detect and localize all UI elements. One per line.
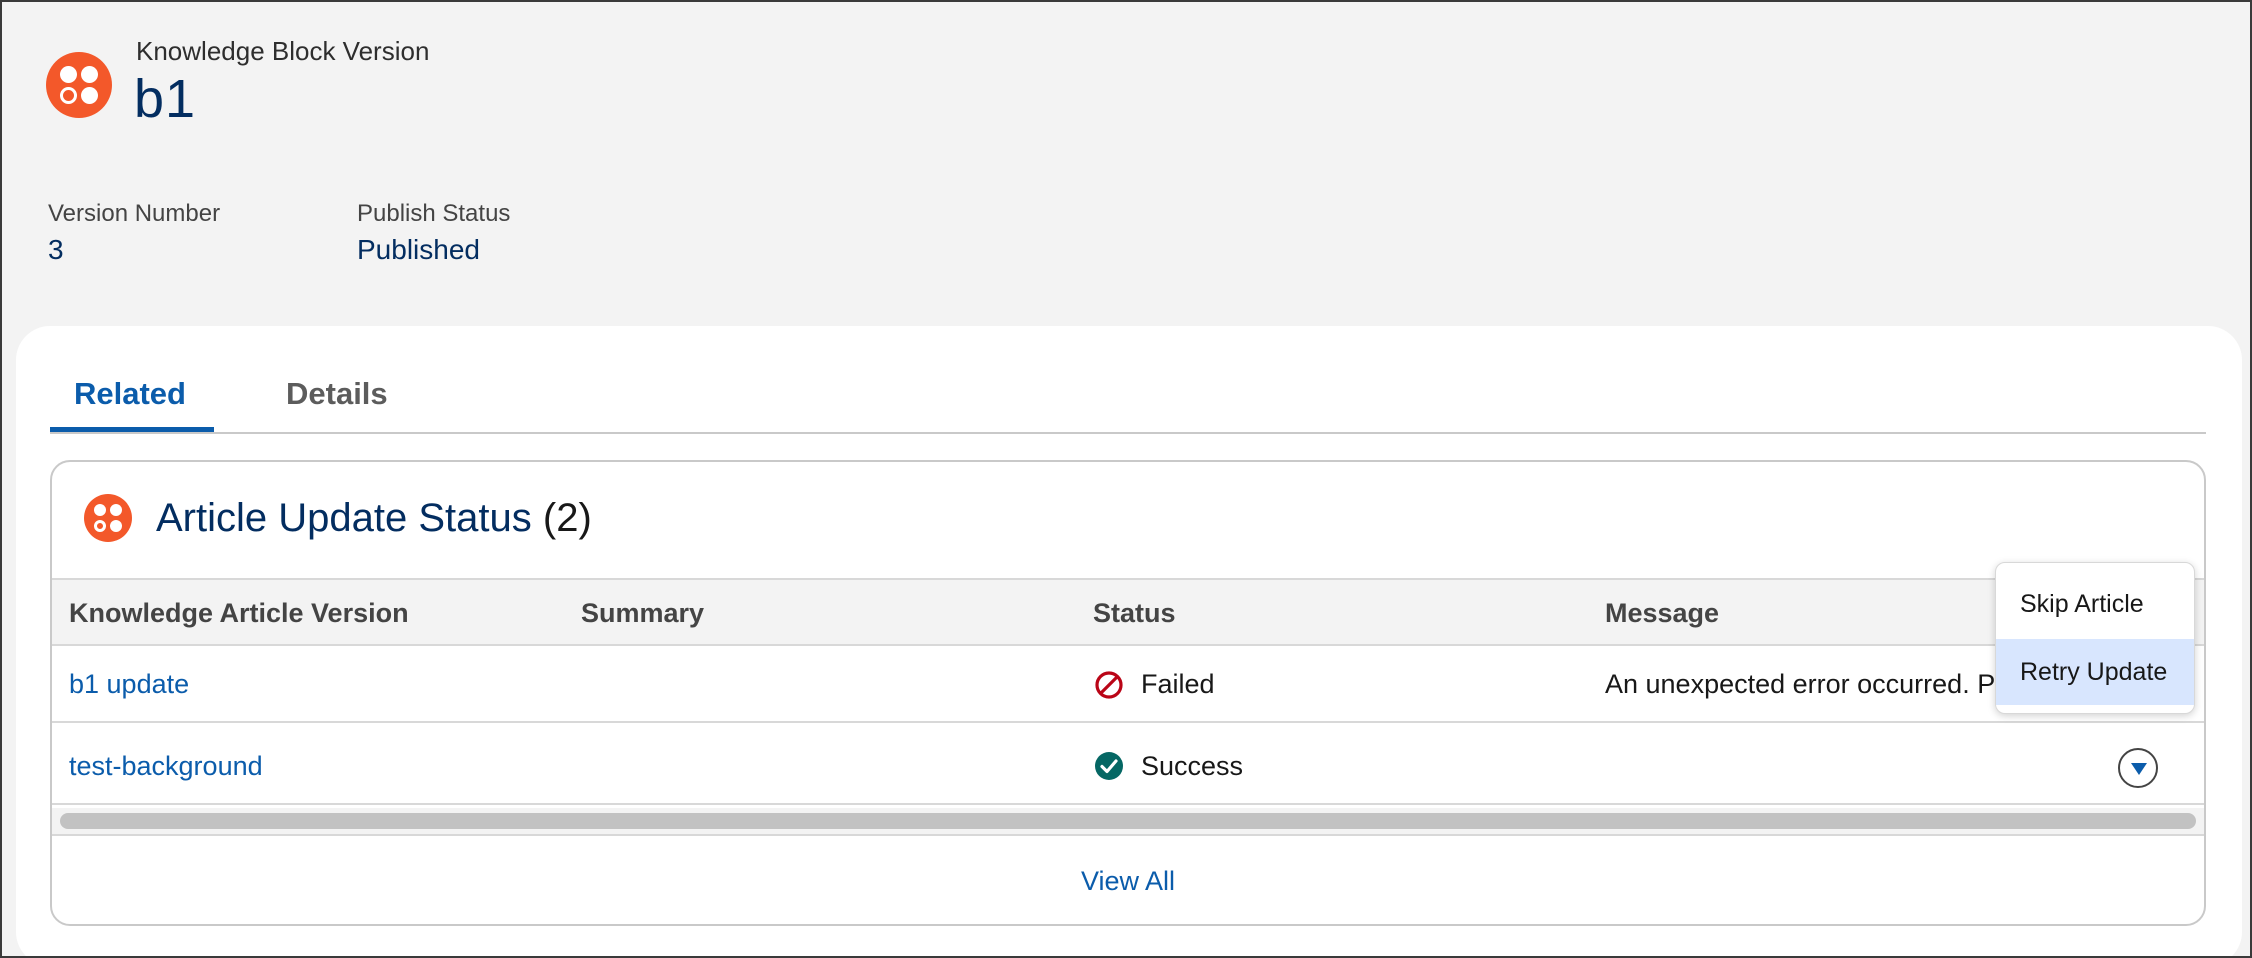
chevron-down-icon — [2131, 763, 2147, 775]
related-list-title-text[interactable]: Article Update Status — [156, 496, 532, 540]
failed-icon — [1095, 671, 1123, 699]
footer-divider — [52, 834, 2204, 836]
tab-divider — [50, 432, 2206, 434]
article-link-b1-update[interactable]: b1 update — [69, 669, 189, 700]
knowledge-block-icon — [46, 52, 112, 118]
tab-details[interactable]: Details — [286, 376, 388, 412]
status-failed-text: Failed — [1141, 669, 1215, 699]
menu-item-retry-update[interactable]: Retry Update — [1996, 639, 2194, 705]
message-text: An unexpected error occurred. P — [1605, 669, 1996, 699]
row-divider — [52, 721, 2204, 723]
horizontal-scrollbar-thumb[interactable] — [60, 813, 2196, 829]
success-check-icon — [1095, 752, 1123, 780]
row-divider — [52, 803, 2204, 805]
related-list-title[interactable]: Article Update Status (2) — [156, 496, 592, 541]
version-number-value: 3 — [48, 234, 64, 265]
record-page: Knowledge Block Version b1 Version Numbe… — [0, 0, 2252, 958]
column-header-message[interactable]: Message — [1605, 598, 1719, 629]
publish-status-label: Publish Status — [357, 200, 511, 227]
record-title: b1 — [134, 69, 197, 129]
object-type-label: Knowledge Block Version — [136, 36, 430, 66]
tab-related[interactable]: Related — [74, 376, 186, 412]
version-number-label: Version Number — [48, 200, 221, 227]
menu-item-skip-article[interactable]: Skip Article — [1996, 571, 2194, 637]
article-link-test-background[interactable]: test-background — [69, 751, 263, 782]
column-header-status[interactable]: Status — [1093, 598, 1176, 629]
article-update-status-icon — [84, 494, 132, 542]
view-all-link[interactable]: View All — [2, 866, 2250, 897]
related-list-count: (2) — [542, 496, 592, 540]
active-tab-indicator — [50, 427, 214, 432]
row-actions-menu: Skip Article Retry Update — [1995, 562, 2195, 714]
column-header-knowledge-article-version[interactable]: Knowledge Article Version — [69, 598, 409, 629]
column-header-summary[interactable]: Summary — [581, 598, 704, 629]
status-success-text: Success — [1141, 751, 1244, 781]
publish-status-value: Published — [357, 234, 480, 265]
row-actions-button[interactable] — [2118, 748, 2158, 788]
view-all-text[interactable]: View All — [1081, 866, 1175, 896]
